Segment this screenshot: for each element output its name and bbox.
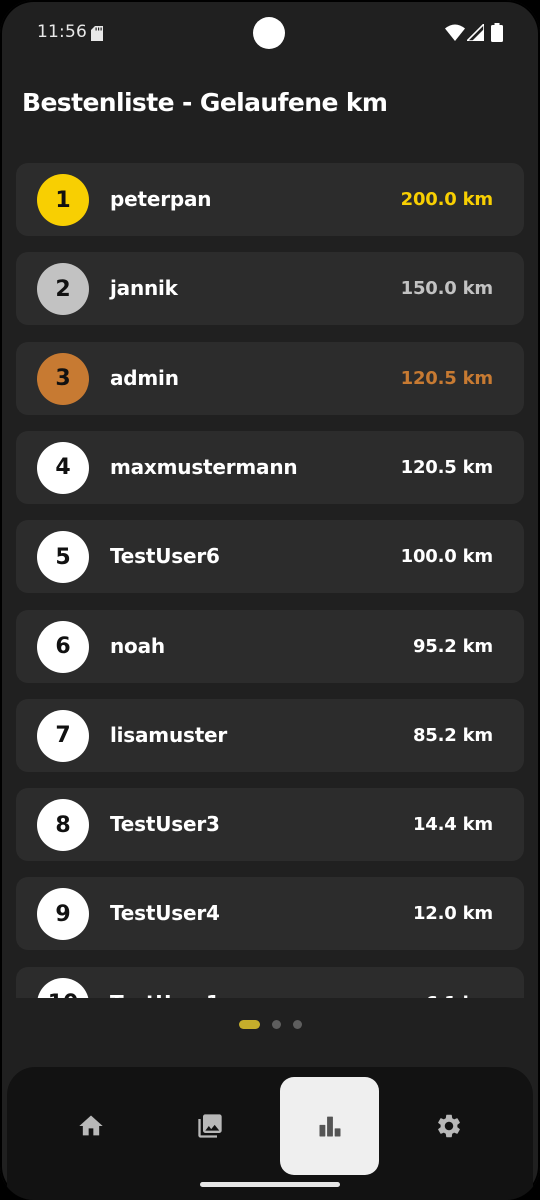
gallery-icon bbox=[197, 1114, 222, 1138]
gesture-home-bar[interactable] bbox=[200, 1182, 340, 1187]
nav-home[interactable] bbox=[41, 1077, 140, 1175]
rank-badge: 3 bbox=[37, 352, 89, 405]
sd-card-icon bbox=[91, 26, 103, 41]
leaderboard-row[interactable]: 4 maxmustermann 120.5 km bbox=[16, 430, 524, 504]
distance-value: 12.0 km bbox=[412, 903, 493, 925]
distance-value: 120.5 km bbox=[400, 367, 494, 389]
rank-badge: 5 bbox=[37, 531, 89, 584]
signal-icon bbox=[467, 24, 484, 41]
rank-badge: 9 bbox=[37, 888, 89, 941]
username: jannik bbox=[110, 276, 178, 301]
distance-value: 100.0 km bbox=[400, 546, 494, 568]
page-indicator bbox=[0, 1018, 540, 1030]
nav-leaderboard[interactable] bbox=[280, 1077, 379, 1175]
rank-badge: 4 bbox=[37, 441, 89, 494]
leaderboard-row[interactable]: 7 lisamuster 85.2 km bbox=[16, 698, 524, 772]
phone-screen: 11:56 Bestenliste - Gelaufene km 1 peterp… bbox=[0, 0, 540, 1200]
distance-value: 200.0 km bbox=[400, 189, 494, 210]
username: admin bbox=[110, 365, 179, 390]
username: TestUser3 bbox=[110, 812, 220, 837]
battery-icon bbox=[491, 23, 503, 42]
page-dot[interactable] bbox=[293, 1020, 302, 1029]
status-time: 11:56 bbox=[37, 22, 87, 42]
leaderboard-row[interactable]: 2 jannik 150.0 km bbox=[16, 252, 524, 326]
leaderboard-row[interactable]: 10 TestUser1 6.1 km bbox=[16, 966, 524, 998]
distance-value: 120.5 km bbox=[400, 456, 494, 478]
leaderboard-row[interactable]: 6 noah 95.2 km bbox=[16, 609, 524, 683]
username: TestUser1 bbox=[110, 967, 220, 998]
settings-icon bbox=[437, 1114, 460, 1138]
rank-badge: 10 bbox=[37, 977, 89, 998]
leaderboard-row[interactable]: 3 admin 120.5 km bbox=[16, 341, 524, 415]
page-title: Bestenliste - Gelaufene km bbox=[22, 88, 388, 117]
nav-gallery[interactable] bbox=[160, 1077, 259, 1175]
username: maxmustermann bbox=[110, 454, 298, 479]
nav-settings[interactable] bbox=[399, 1077, 498, 1175]
distance-value: 6.1 km bbox=[425, 967, 493, 998]
username: TestUser6 bbox=[110, 544, 220, 569]
status-bar: 11:56 bbox=[0, 0, 540, 66]
leaderboard-row[interactable]: 8 TestUser3 14.4 km bbox=[16, 788, 524, 862]
rank-badge: 6 bbox=[37, 620, 89, 673]
distance-value: 14.4 km bbox=[412, 814, 493, 836]
camera-cutout bbox=[253, 17, 285, 49]
leaderboard-row[interactable]: 1 peterpan 200.0 km bbox=[16, 163, 524, 236]
page-dot[interactable] bbox=[272, 1020, 281, 1029]
username: TestUser4 bbox=[110, 901, 220, 926]
distance-value: 85.2 km bbox=[412, 724, 493, 746]
username: noah bbox=[110, 633, 165, 658]
leaderboard-row[interactable]: 5 TestUser6 100.0 km bbox=[16, 520, 524, 594]
home-icon bbox=[78, 1115, 103, 1136]
leaderboard-icon bbox=[319, 1116, 340, 1137]
wifi-icon bbox=[445, 24, 465, 41]
page-dot[interactable] bbox=[239, 1020, 260, 1029]
leaderboard-list[interactable]: 1 peterpan 200.0 km 2 jannik 150.0 km 3 admin 12… bbox=[16, 163, 524, 998]
leaderboard-row[interactable]: 9 TestUser4 12.0 km bbox=[16, 877, 524, 951]
rank-badge: 8 bbox=[37, 799, 89, 852]
username: peterpan bbox=[110, 187, 212, 211]
bottom-nav bbox=[7, 1067, 533, 1200]
rank-badge: 1 bbox=[37, 174, 89, 226]
rank-badge: 7 bbox=[37, 709, 89, 762]
rank-badge: 2 bbox=[37, 263, 89, 316]
distance-value: 95.2 km bbox=[412, 635, 493, 657]
distance-value: 150.0 km bbox=[400, 278, 494, 300]
username: lisamuster bbox=[110, 722, 228, 747]
